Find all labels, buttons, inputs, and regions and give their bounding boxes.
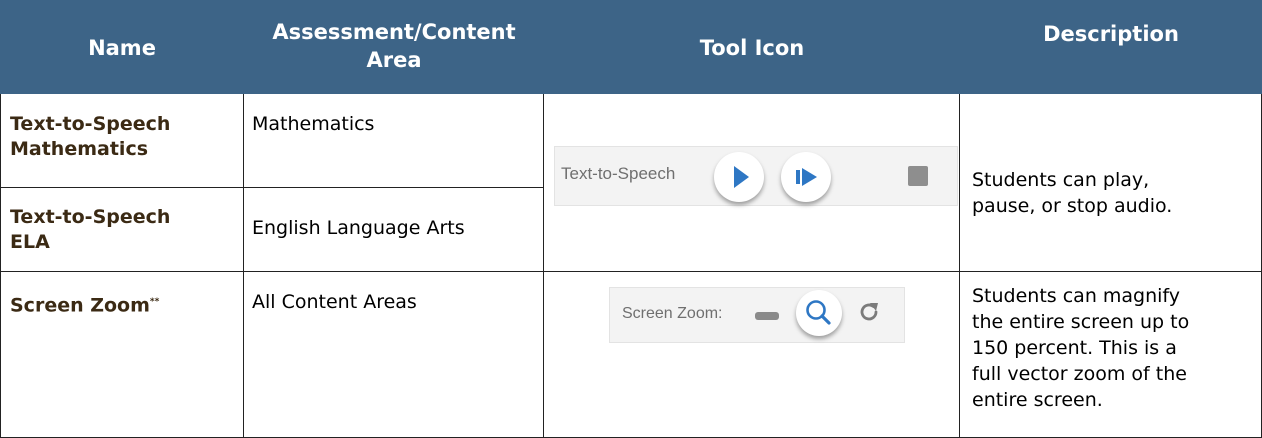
zoom-description-line5: entire screen. bbox=[972, 389, 1103, 411]
zoom-description-line2: the entire screen up to bbox=[972, 311, 1190, 333]
zoom-description-line3: 150 percent. This is a bbox=[972, 337, 1177, 359]
header-name-text: Name bbox=[88, 36, 156, 60]
row1-area: Mathematics bbox=[252, 113, 375, 135]
row2-area: English Language Arts bbox=[252, 217, 465, 239]
zoom-out-icon[interactable] bbox=[754, 310, 780, 322]
row3-name: Screen Zoom** bbox=[10, 290, 240, 318]
row1-name: Text-to-Speech Mathematics bbox=[10, 112, 240, 162]
accessibility-tools-table: Name Assessment/Content Area Tool Icon D… bbox=[0, 0, 1262, 438]
header-tool-icon-text: Tool Icon bbox=[699, 36, 805, 60]
row3-name-text: Screen Zoom bbox=[10, 294, 150, 317]
tts-toolbar: Text-to-Speech bbox=[554, 146, 958, 206]
zoom-description-line4: full vector zoom of the bbox=[972, 363, 1187, 385]
zoom-toolbar-label: Screen Zoom: bbox=[622, 305, 723, 322]
row3-area: All Content Areas bbox=[252, 291, 417, 313]
play-from-here-icon bbox=[796, 168, 817, 186]
header-tool-icon: Tool Icon bbox=[544, 0, 960, 94]
tts-description-line2: pause, or stop audio. bbox=[972, 195, 1173, 217]
divider-col1 bbox=[243, 94, 244, 438]
header-area-line2: Area bbox=[366, 48, 422, 72]
header-area: Assessment/Content Area bbox=[244, 0, 544, 94]
divider-col3 bbox=[959, 94, 960, 438]
stop-icon[interactable] bbox=[907, 165, 929, 187]
zoom-toolbar: Screen Zoom: bbox=[609, 287, 905, 343]
header-name: Name bbox=[0, 0, 244, 94]
tts-toolbar-label: Text-to-Speech bbox=[561, 164, 676, 183]
row2-name: Text-to-Speech ELA bbox=[10, 205, 240, 255]
divider-row2 bbox=[0, 271, 1262, 272]
divider-row1 bbox=[0, 187, 544, 188]
play-from-here-button[interactable] bbox=[781, 152, 831, 202]
zoom-in-magnifier-icon bbox=[806, 300, 831, 325]
header-description: Description bbox=[960, 0, 1262, 94]
play-button[interactable] bbox=[714, 152, 764, 202]
zoom-in-button[interactable] bbox=[796, 290, 842, 336]
row2-name-line2: ELA bbox=[10, 231, 50, 253]
reset-zoom-icon[interactable] bbox=[857, 300, 881, 324]
row1-name-line1: Text-to-Speech bbox=[10, 113, 171, 135]
header-area-line1: Assessment/Content bbox=[272, 20, 516, 44]
row1-name-line2: Mathematics bbox=[10, 138, 149, 160]
tts-description: Students can play, pause, or stop audio. bbox=[972, 167, 1257, 219]
header-description-text: Description bbox=[1043, 22, 1179, 46]
row2-name-line1: Text-to-Speech bbox=[10, 206, 171, 228]
tts-description-line1: Students can play, bbox=[972, 169, 1150, 191]
divider-col2 bbox=[543, 94, 544, 438]
zoom-description: Students can magnify the entire screen u… bbox=[972, 283, 1257, 413]
play-icon bbox=[734, 166, 749, 188]
border-left bbox=[0, 94, 1, 438]
row3-name-marker: ** bbox=[149, 297, 160, 307]
zoom-description-line1: Students can magnify bbox=[972, 285, 1181, 307]
